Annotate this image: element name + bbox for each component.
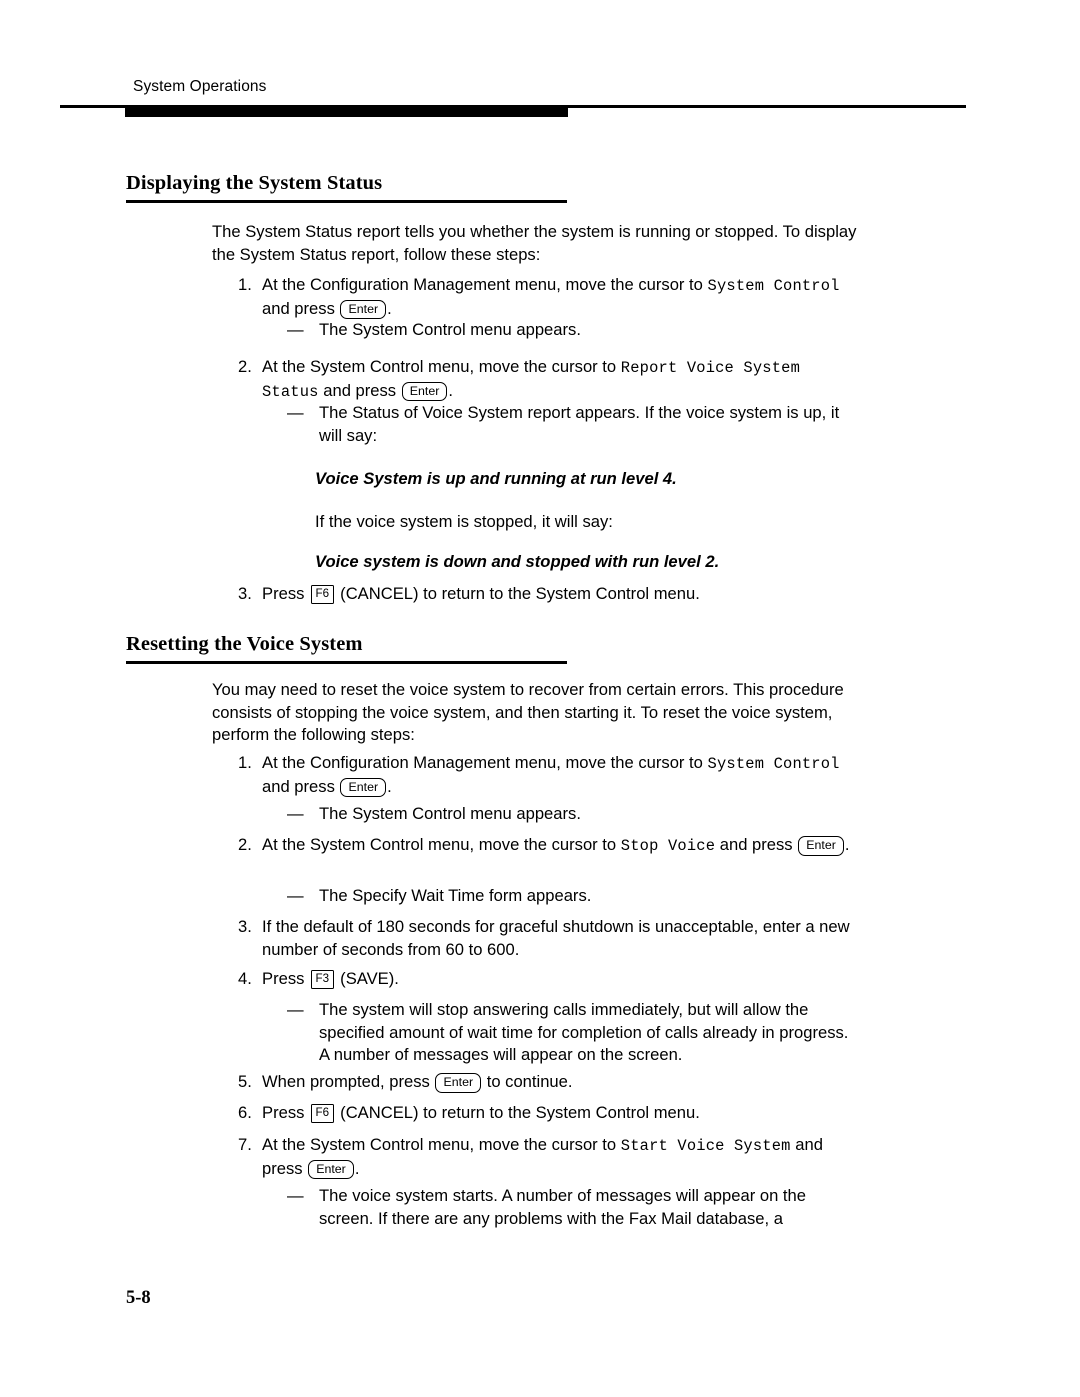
step-text: At the Configuration Management menu, mo… [262,274,862,320]
dash-item: — The System Control menu appears. [287,803,862,826]
step-text-run: and press [262,776,340,796]
step-item: 4. Press F3 (SAVE). [238,968,862,991]
em-dash-marker: — [287,320,304,339]
status-message-down: Voice system is down and stopped with ru… [315,552,720,571]
step-number: 7. [238,1135,252,1154]
step-text: If the default of 180 seconds for gracef… [262,917,850,959]
enter-key[interactable]: Enter [340,299,387,320]
running-header: System Operations [0,78,1080,128]
step-text-run: At the System Control menu, move the cur… [262,835,621,854]
step-text-run: At the Configuration Management menu, mo… [262,275,708,294]
step-text-run: . [387,776,392,796]
step-text-run: (CANCEL) to return to the System Control… [335,584,700,603]
step-text-run: Press [262,584,310,603]
menu-path-mono: Stop Voice [620,837,716,855]
section-heading-resetting-voice-system: Resetting the Voice System [126,633,746,664]
step-text: Press F6 (CANCEL) to return to the Syste… [262,1102,862,1125]
enter-key[interactable]: Enter [401,381,448,402]
step-text-run: At the Configuration Management menu, mo… [262,753,708,772]
step-text-run: and press [318,380,401,400]
enter-key[interactable]: Enter [435,1073,482,1093]
enter-key[interactable]: Enter [340,777,387,798]
em-dash-marker: — [287,804,304,823]
step-item: 1. At the Configuration Management menu,… [238,752,862,798]
status-message-lead: If the voice system is stopped, it will … [315,512,613,531]
step-text: At the System Control menu, move the cur… [262,1134,862,1180]
step-text-run: Press [262,969,310,988]
step-text-run: . [844,835,850,854]
step-number: 2. [238,357,252,376]
step-item: 3. Press F6 (CANCEL) to return to the Sy… [238,583,862,606]
step-text-run: . [448,380,453,400]
step-text: Press F6 (CANCEL) to return to the Syste… [262,583,862,606]
step-number: 2. [238,835,252,854]
step-item: 2. At the System Control menu, move the … [238,356,862,403]
f3-key[interactable]: F3 [311,970,334,989]
dash-text: The voice system starts. A number of mes… [319,1186,806,1228]
section-heading-rule [126,199,567,203]
step-text-run: . [387,298,392,318]
step-number: 3. [238,917,252,936]
step-text-run: to continue. [482,1072,573,1091]
step-text-run: When prompted, press [262,1072,435,1091]
step-number: 1. [238,275,252,294]
step-number: 3. [238,584,252,603]
step-text-run: . [354,1158,360,1178]
dash-item: — The System Control menu appears. [287,319,862,342]
section-heading-displaying-system-status: Displaying the System Status [126,172,746,203]
step-item: 2. At the System Control menu, move the … [238,834,862,858]
em-dash-marker: — [287,1186,304,1205]
step-text-run: At the System Control menu, move the cur… [262,1135,621,1154]
em-dash-marker: — [287,403,304,422]
dash-item: — The Status of Voice System report appe… [287,402,862,447]
header-accent-bar [125,107,568,117]
step-text: At the System Control menu, move the cur… [262,356,862,403]
step-text: At the System Control menu, move the cur… [262,834,862,858]
em-dash-marker: — [287,1000,304,1019]
dash-item: — The system will stop answering calls i… [287,999,862,1067]
step-text: When prompted, press Enter to continue. [262,1071,862,1094]
enter-key[interactable]: Enter [308,1159,354,1180]
step-text-run: At the System Control menu, move the cur… [262,357,621,376]
dash-text: The Status of Voice System report appear… [319,403,840,445]
step-item: 3. If the default of 180 seconds for gra… [238,916,862,961]
section-heading-text: Resetting the Voice System [126,633,363,655]
enter-key[interactable]: Enter [798,836,844,856]
step-text-run: and press [262,298,340,318]
em-dash-marker: — [287,886,304,905]
step-item: 7. At the System Control menu, move the … [238,1134,862,1180]
section-heading-text: Displaying the System Status [126,172,383,194]
intro-paragraph-resetting: You may need to reset the voice system t… [212,680,844,745]
f6-key[interactable]: F6 [311,1104,334,1123]
step-text-run: (SAVE). [335,969,399,988]
step-text: At the Configuration Management menu, mo… [262,752,862,798]
menu-path-mono: Start Voice System [620,1137,791,1155]
step-text-run: Press [262,1103,310,1122]
step-item: 6. Press F6 (CANCEL) to return to the Sy… [238,1102,862,1125]
step-number: 4. [238,969,252,988]
step-number: 6. [238,1103,252,1122]
menu-path-mono: System Control [707,277,840,295]
intro-paragraph-displaying: The System Status report tells you wheth… [212,222,857,264]
step-text: Press F3 (SAVE). [262,968,862,991]
dash-text: The Specify Wait Time form appears. [319,886,592,905]
dash-text: The System Control menu appears. [319,804,581,823]
status-message-up: Voice System is up and running at run le… [315,469,677,488]
step-text-run: (CANCEL) to return to the System Control… [335,1103,700,1122]
dash-item: — The Specify Wait Time form appears. [287,885,862,908]
page-number: 5-8 [126,1288,151,1308]
document-page: System Operations Displaying the System … [0,0,1080,1397]
dash-text: The System Control menu appears. [319,320,581,339]
step-item: 5. When prompted, press Enter to continu… [238,1071,862,1094]
step-number: 1. [238,753,252,772]
dash-text: The system will stop answering calls imm… [319,1000,849,1065]
f6-key[interactable]: F6 [311,585,334,604]
step-item: 1. At the Configuration Management menu,… [238,274,862,320]
section-heading-rule [126,660,567,664]
menu-path-mono: System Control [707,755,840,773]
running-header-title: System Operations [133,78,267,95]
step-text-run: and press [715,835,798,854]
dash-item: — The voice system starts. A number of m… [287,1185,862,1230]
step-number: 5. [238,1072,252,1091]
